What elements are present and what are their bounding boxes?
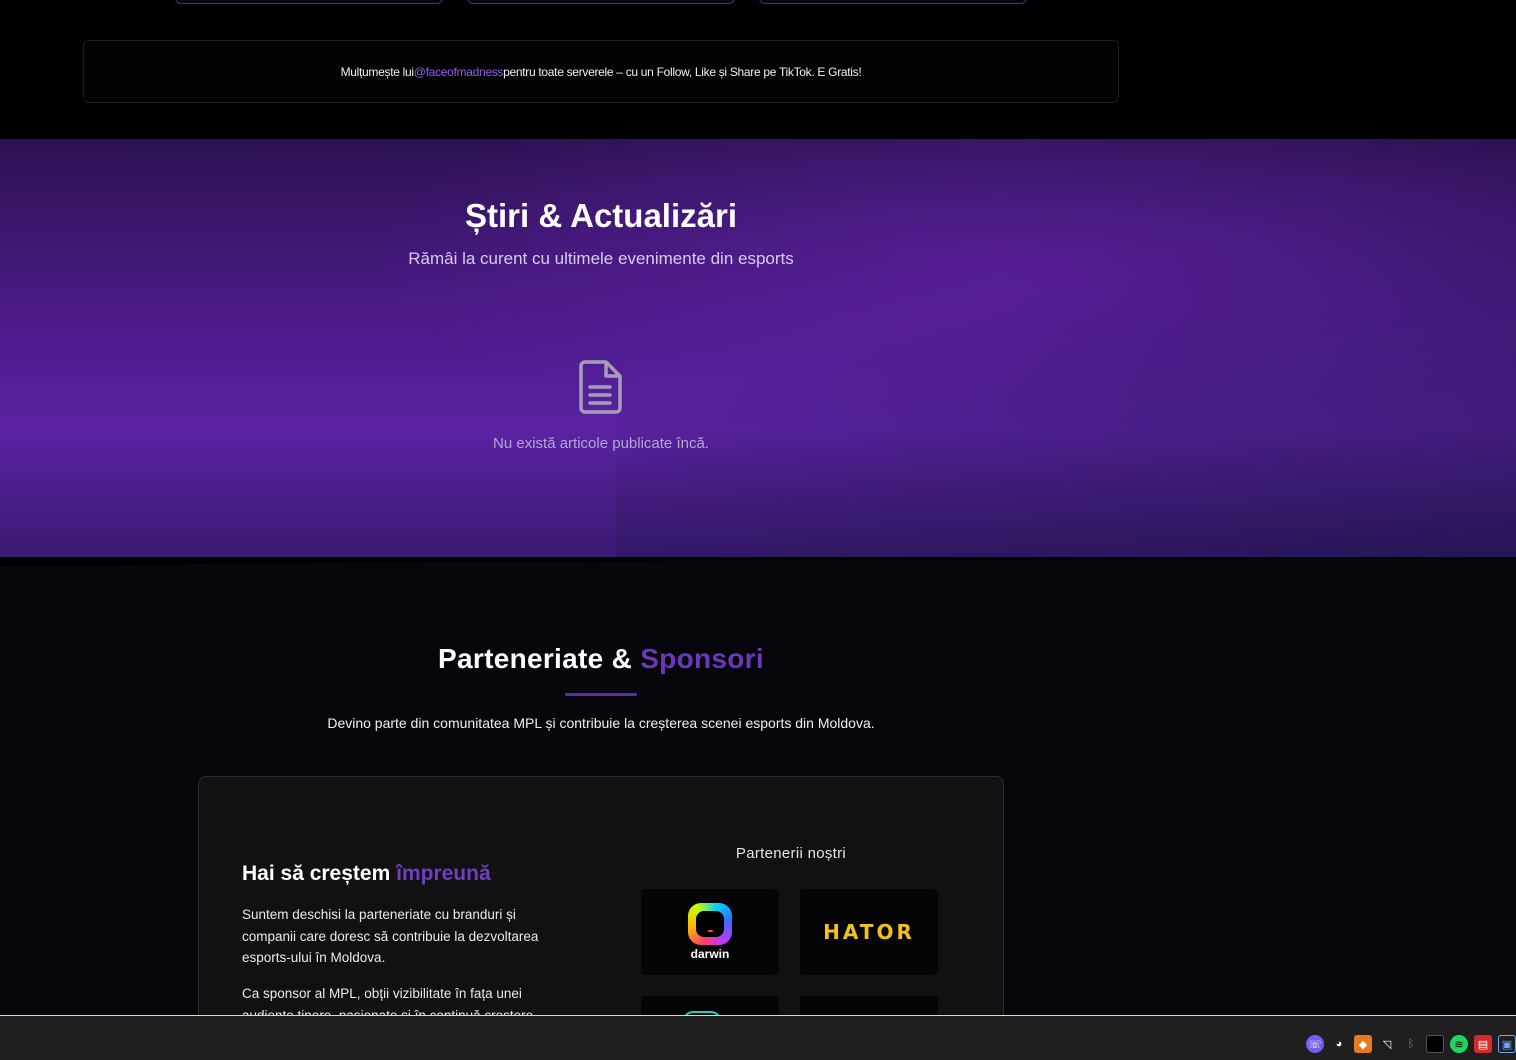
collaboration-card: Hai să creștem împreună Suntem deschisi … xyxy=(198,776,1004,1036)
collab-heading-accent: împreună xyxy=(396,862,491,885)
server-card[interactable] xyxy=(759,0,1027,4)
partner-logo-darwin[interactable]: darwin xyxy=(641,889,779,975)
our-partners-label: Partenerii noștri xyxy=(735,845,847,862)
partners-title: Parteneriate & Sponsori xyxy=(0,643,1202,675)
bluetooth-icon[interactable]: ᛒ xyxy=(1402,1035,1420,1053)
collab-heading: Hai să creștem împreună xyxy=(242,862,491,886)
thanks-banner: Mulțumește lui @faceofmadness pentru toa… xyxy=(83,40,1119,103)
app-icon[interactable]: ◆ xyxy=(1354,1035,1372,1053)
partner-logo-tile[interactable] xyxy=(800,996,938,1016)
spotify-icon[interactable]: ≋ xyxy=(1450,1035,1468,1053)
discord-icon[interactable]: ◕ xyxy=(1330,1035,1348,1053)
title-underline xyxy=(565,693,637,696)
darwin-logo: darwin xyxy=(688,903,732,961)
thanks-suffix: pentru toate serverele – cu un Follow, L… xyxy=(503,64,862,79)
partners-title-accent: Sponsori xyxy=(640,643,764,674)
hator-wordmark: HATOR xyxy=(823,920,915,944)
window-icon[interactable] xyxy=(1426,1035,1444,1053)
system-tray: ☏ ◕ ◆ ◹ ᛒ ≋ ▤ ▣ xyxy=(1306,1034,1516,1054)
partner-logo-tile[interactable] xyxy=(641,996,779,1021)
empty-articles-text: Nu există articole publicate încă. xyxy=(493,435,709,452)
darwin-wordmark: darwin xyxy=(690,947,730,961)
partners-section: Parteneriate & Sponsori Devino parte din… xyxy=(0,557,1516,1036)
thanks-prefix: Mulțumește lui xyxy=(340,64,414,79)
viber-icon[interactable]: ☏ xyxy=(1306,1035,1324,1053)
news-subtitle: Rămâi la curent cu ultimele evenimente d… xyxy=(408,249,794,268)
partner-logo-hator[interactable]: HATOR xyxy=(800,889,938,975)
section-divider xyxy=(0,557,1516,567)
partners-subtitle: Devino parte din comunitatea MPL și cont… xyxy=(327,715,875,731)
document-icon xyxy=(579,360,622,414)
network-icon[interactable]: ▣ xyxy=(1498,1035,1516,1053)
pdf-icon[interactable]: ▤ xyxy=(1474,1035,1492,1053)
amd-icon[interactable]: ◹ xyxy=(1378,1035,1396,1053)
server-card[interactable] xyxy=(175,0,443,4)
tiktok-handle-link[interactable]: @faceofmadness xyxy=(414,65,504,79)
darwin-mark-icon xyxy=(688,903,732,945)
page: Mulțumește lui @faceofmadness pentru toa… xyxy=(0,0,1516,1060)
server-card[interactable] xyxy=(467,0,735,4)
top-cards xyxy=(0,0,1516,6)
news-section: Știri & Actualizări Rămâi la curent cu u… xyxy=(0,139,1516,557)
collab-paragraph: Suntem deschisi la parteneriate cu brand… xyxy=(242,907,539,965)
news-title: Știri & Actualizări xyxy=(464,197,737,234)
partners-title-main: Parteneriate & xyxy=(438,643,641,674)
collab-heading-main: Hai să creștem xyxy=(242,862,397,885)
taskbar: ☏ ◕ ◆ ◹ ᛒ ≋ ▤ ▣ xyxy=(0,1015,1516,1060)
